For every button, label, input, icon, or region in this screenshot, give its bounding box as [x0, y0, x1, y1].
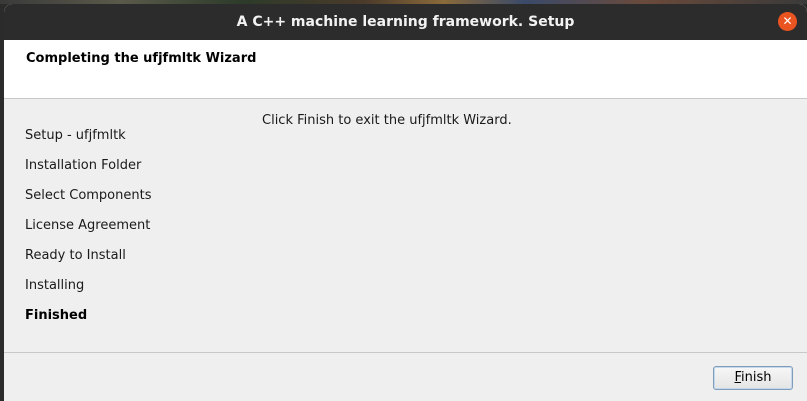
close-icon: ✕: [782, 14, 793, 28]
step-ready-to-install: Ready to Install: [25, 248, 126, 263]
step-select-components: Select Components: [25, 188, 152, 203]
footer-divider: [4, 352, 807, 353]
step-license-agreement: License Agreement: [25, 218, 151, 233]
page-title: Completing the ufjfmltk Wizard: [26, 51, 257, 66]
finish-message: Click Finish to exit the ufjfmltk Wizard…: [262, 113, 512, 128]
setup-window: A C++ machine learning framework. Setup …: [4, 4, 807, 401]
window-title: A C++ machine learning framework. Setup: [236, 14, 575, 30]
step-installation-folder: Installation Folder: [25, 158, 142, 173]
step-setup: Setup - ufjfmltk: [25, 128, 126, 143]
finish-button[interactable]: Finish: [713, 366, 793, 390]
steps-sidebar: Setup - ufjfmltk Installation Folder Sel…: [4, 99, 244, 352]
step-installing: Installing: [25, 278, 85, 293]
step-finished: Finished: [25, 308, 88, 323]
wizard-header: Completing the ufjfmltk Wizard: [4, 40, 807, 99]
close-button[interactable]: ✕: [778, 12, 797, 31]
finish-label: inish: [741, 370, 772, 385]
title-bar[interactable]: A C++ machine learning framework. Setup …: [4, 4, 807, 40]
